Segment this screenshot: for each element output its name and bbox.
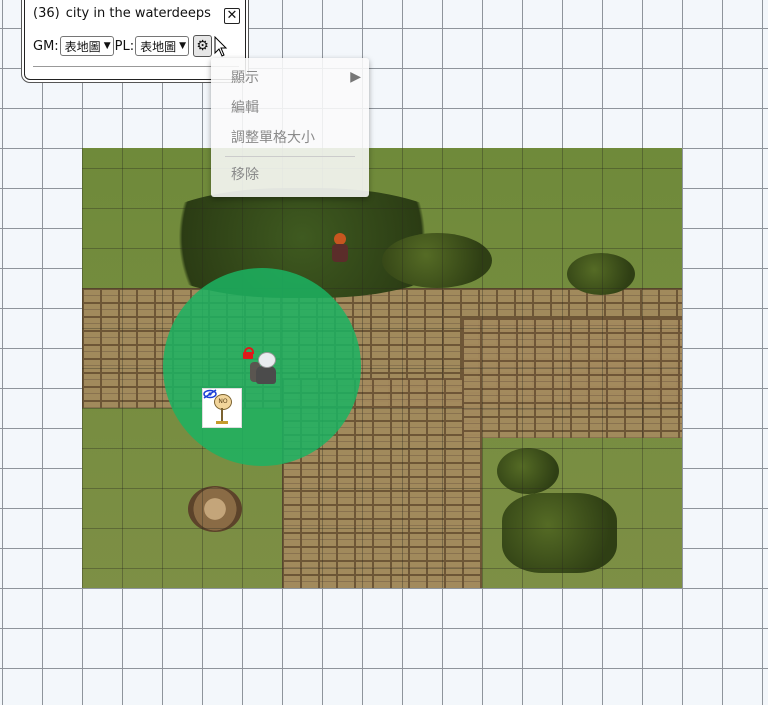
pl-layer-select[interactable]: 表地圖 ▼ (135, 36, 190, 56)
npc-token[interactable] (330, 233, 350, 265)
menu-item-resize-cell[interactable]: 調整單格大小 (231, 128, 315, 148)
pl-layer-value: 表地圖 (140, 39, 177, 54)
close-button[interactable]: ✕ (224, 8, 240, 24)
player-head (258, 352, 276, 368)
bush (382, 233, 492, 288)
player-token[interactable] (250, 352, 280, 384)
chevron-down-icon: ▼ (179, 41, 187, 51)
npc-body (332, 244, 348, 262)
signpost-token[interactable]: NO (202, 388, 242, 428)
menu-item-remove[interactable]: 移除 (231, 165, 259, 185)
layer-selectors: GM: 表地圖 ▼ PL: 表地圖 ▼ ⚙ (33, 35, 213, 57)
tree-stump (188, 486, 242, 532)
pl-label: PL: (114, 38, 135, 54)
gm-label: GM: (33, 38, 59, 54)
sign-base (216, 421, 228, 424)
panel-divider (33, 66, 239, 67)
bush (502, 493, 617, 573)
mouse-cursor-icon (214, 36, 228, 57)
context-menu: 顯示 ▶ 編輯 調整單格大小 移除 (211, 58, 369, 197)
bush (497, 448, 559, 494)
sign-plate: NO (214, 394, 232, 410)
chevron-down-icon: ▼ (103, 41, 111, 51)
gear-icon: ⚙ (196, 38, 209, 54)
map-title: city in the waterdeeps (65, 6, 211, 21)
menu-item-edit[interactable]: 編輯 (231, 98, 259, 118)
gm-layer-select[interactable]: 表地圖 ▼ (59, 36, 114, 56)
gm-layer-value: 表地圖 (64, 39, 101, 54)
panel-title: (36) city in the waterdeeps (33, 6, 211, 21)
map-number: (36) (33, 6, 60, 21)
menu-item-show[interactable]: 顯示 (231, 68, 259, 88)
gear-button[interactable]: ⚙ (193, 35, 213, 57)
submenu-arrow-icon: ▶ (350, 69, 361, 85)
menu-separator (225, 156, 355, 157)
sign-pole (221, 408, 223, 422)
bush (567, 253, 635, 295)
player-body (256, 366, 276, 384)
cobblestone-road-edge (462, 318, 682, 438)
